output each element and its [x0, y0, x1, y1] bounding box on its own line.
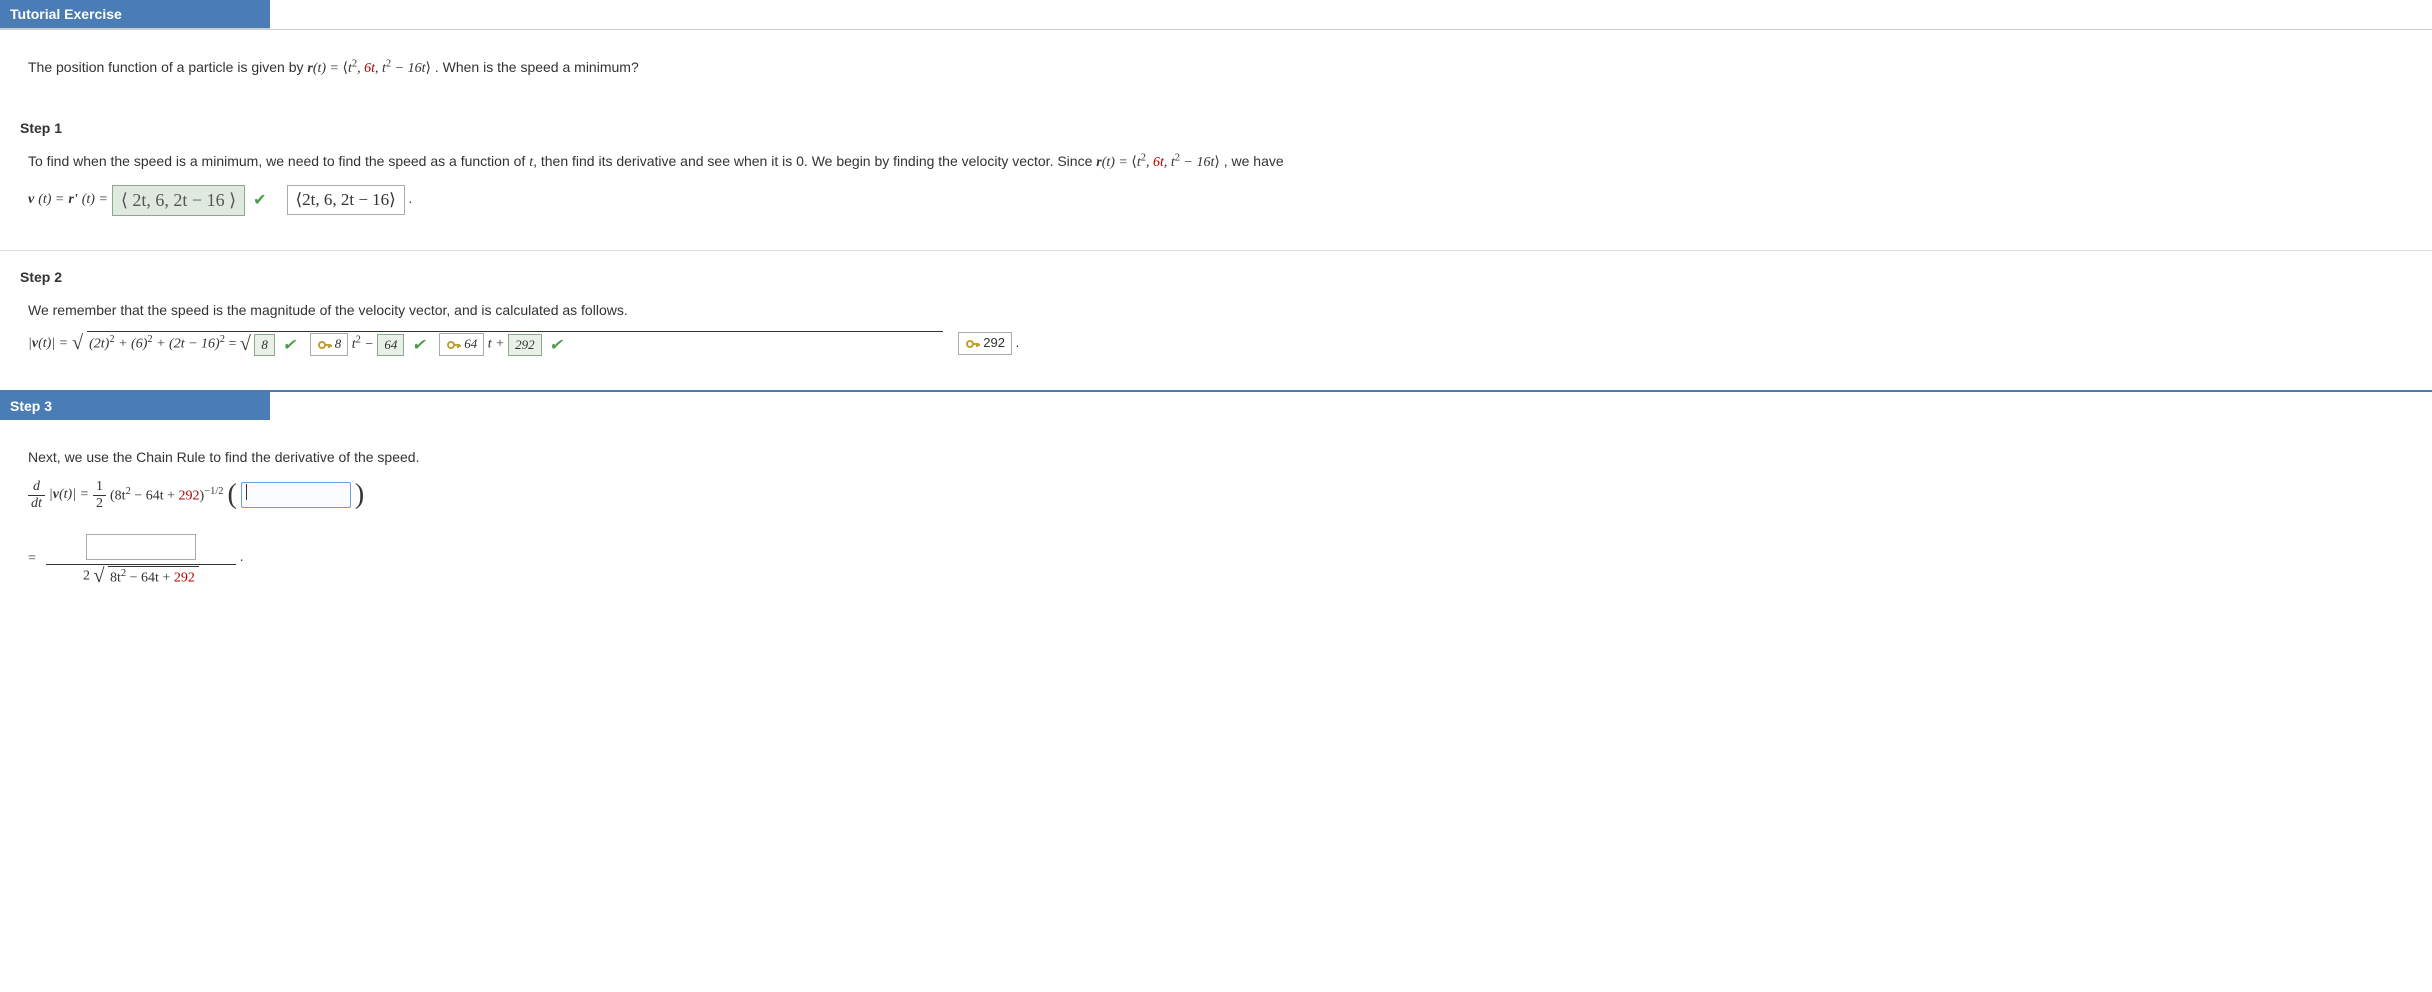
step1-r-t: (t) = [1102, 155, 1132, 170]
step3-mag: |v(t)| = [49, 487, 89, 503]
check-icon: ✔ [253, 190, 266, 210]
step2-key-a: 8 [310, 333, 349, 356]
step2-tsq: t2 − [352, 337, 378, 352]
step3-eq2: = 2 √ 8t2 − 64t + 292 . [28, 530, 2404, 588]
radical-icon: √ [94, 565, 105, 587]
exercise-prompt: The position function of a particle is g… [0, 30, 2432, 112]
step3-wrap: Step 3 Next, we use the Chain Rule to fi… [0, 390, 2432, 621]
key-icon [317, 337, 333, 353]
step2-text: We remember that the speed is the magnit… [28, 299, 2404, 321]
key-icon [446, 337, 462, 353]
step2-section: Step 2 We remember that the speed is the… [0, 251, 2432, 390]
v-symbol: v [28, 192, 34, 208]
step2-title: Step 2 [20, 269, 2404, 285]
step2-key-b: 64 [439, 333, 484, 356]
step3-header: Step 3 [0, 392, 270, 420]
step1-section: Step 1 To find when the speed is a minim… [0, 112, 2432, 249]
step2-key-c: 292 [958, 332, 1012, 355]
step3-denom-radicand: 8t2 − 64t + 292 [108, 566, 199, 587]
step2-box-b[interactable]: 64 [377, 334, 404, 356]
tutorial-exercise-header: Tutorial Exercise [0, 0, 270, 29]
big-lparen: ( [228, 479, 237, 511]
prompt-text-a: The position function of a particle is g… [28, 59, 307, 75]
one-half: 1 2 [93, 479, 106, 512]
step2-lhs: |v(t)| = [28, 336, 68, 352]
step2-equation: |v(t)| = √ (2t)2 + (6)2 + (2t − 16)2 = √… [28, 331, 2404, 356]
step2-box-c[interactable]: 292 [508, 334, 542, 356]
step3-title: Step 3 [10, 398, 52, 414]
rprime-of-t: (t) = [82, 192, 108, 208]
header-title: Tutorial Exercise [10, 6, 122, 22]
prompt-text-b: . When is the speed a minimum? [435, 59, 639, 75]
step1-answer-box[interactable]: ⟨ 2t, 6, 2t − 16 ⟩ [112, 185, 245, 216]
prompt-line: The position function of a particle is g… [28, 56, 2404, 80]
step3-input-a[interactable] [241, 482, 351, 508]
r-of-t: (t) = [313, 61, 343, 76]
check-icon: ✔ [549, 337, 562, 354]
check-icon: ✔ [282, 337, 295, 354]
angle-close: ⟩ [426, 61, 431, 76]
step2-radicand: (2t)2 + (6)2 + (2t − 16)2 = √ 8 ✔ 8 t2 −… [87, 331, 942, 356]
d-dt: d dt [28, 479, 45, 512]
big-rparen: ) [355, 479, 364, 511]
comp2: 6t [364, 61, 375, 76]
step3-period: . [240, 550, 244, 566]
step2-period: . [1016, 336, 1020, 352]
rprime-symbol: r' [68, 192, 77, 208]
step1-period: . [409, 192, 413, 208]
step2-t: t + [488, 337, 508, 352]
step1-text-a: To find when the speed is a minimum, we … [28, 153, 529, 169]
comp3-tail: − 16t [391, 61, 425, 76]
step3-eq1: d dt |v(t)| = 1 2 (8t2 − 64t + 292)−1/2 … [28, 479, 2404, 512]
v-of-t: (t) = [38, 192, 64, 208]
step3-text: Next, we use the Chain Rule to find the … [28, 446, 2404, 468]
step3-input-b[interactable] [86, 534, 196, 560]
step3-big-frac: 2 √ 8t2 − 64t + 292 [46, 530, 236, 588]
header-row: Tutorial Exercise [0, 0, 2432, 30]
step1-tail: , we have [1224, 153, 1284, 169]
step1-text: To find when the speed is a minimum, we … [28, 150, 2404, 174]
step2-eq: = [228, 337, 239, 352]
key-icon [965, 336, 981, 352]
step1-text-b: , then find its derivative and see when … [533, 153, 1096, 169]
step1-confirm-box: ⟨2t, 6, 2t − 16⟩ [287, 185, 405, 215]
radical-icon: √ [72, 332, 83, 355]
step3-section: Next, we use the Chain Rule to find the … [0, 420, 2432, 621]
step1-title: Step 1 [20, 120, 2404, 136]
step2-box-a[interactable]: 8 [254, 334, 275, 356]
step1-equation: v(t) = r'(t) = ⟨ 2t, 6, 2t − 16 ⟩ ✔ ⟨2t,… [28, 185, 2404, 216]
step3-eq2-eq: = [28, 551, 36, 567]
check-icon: ✔ [412, 337, 425, 354]
step3-poly: (8t2 − 64t + 292)−1/2 [110, 486, 224, 505]
